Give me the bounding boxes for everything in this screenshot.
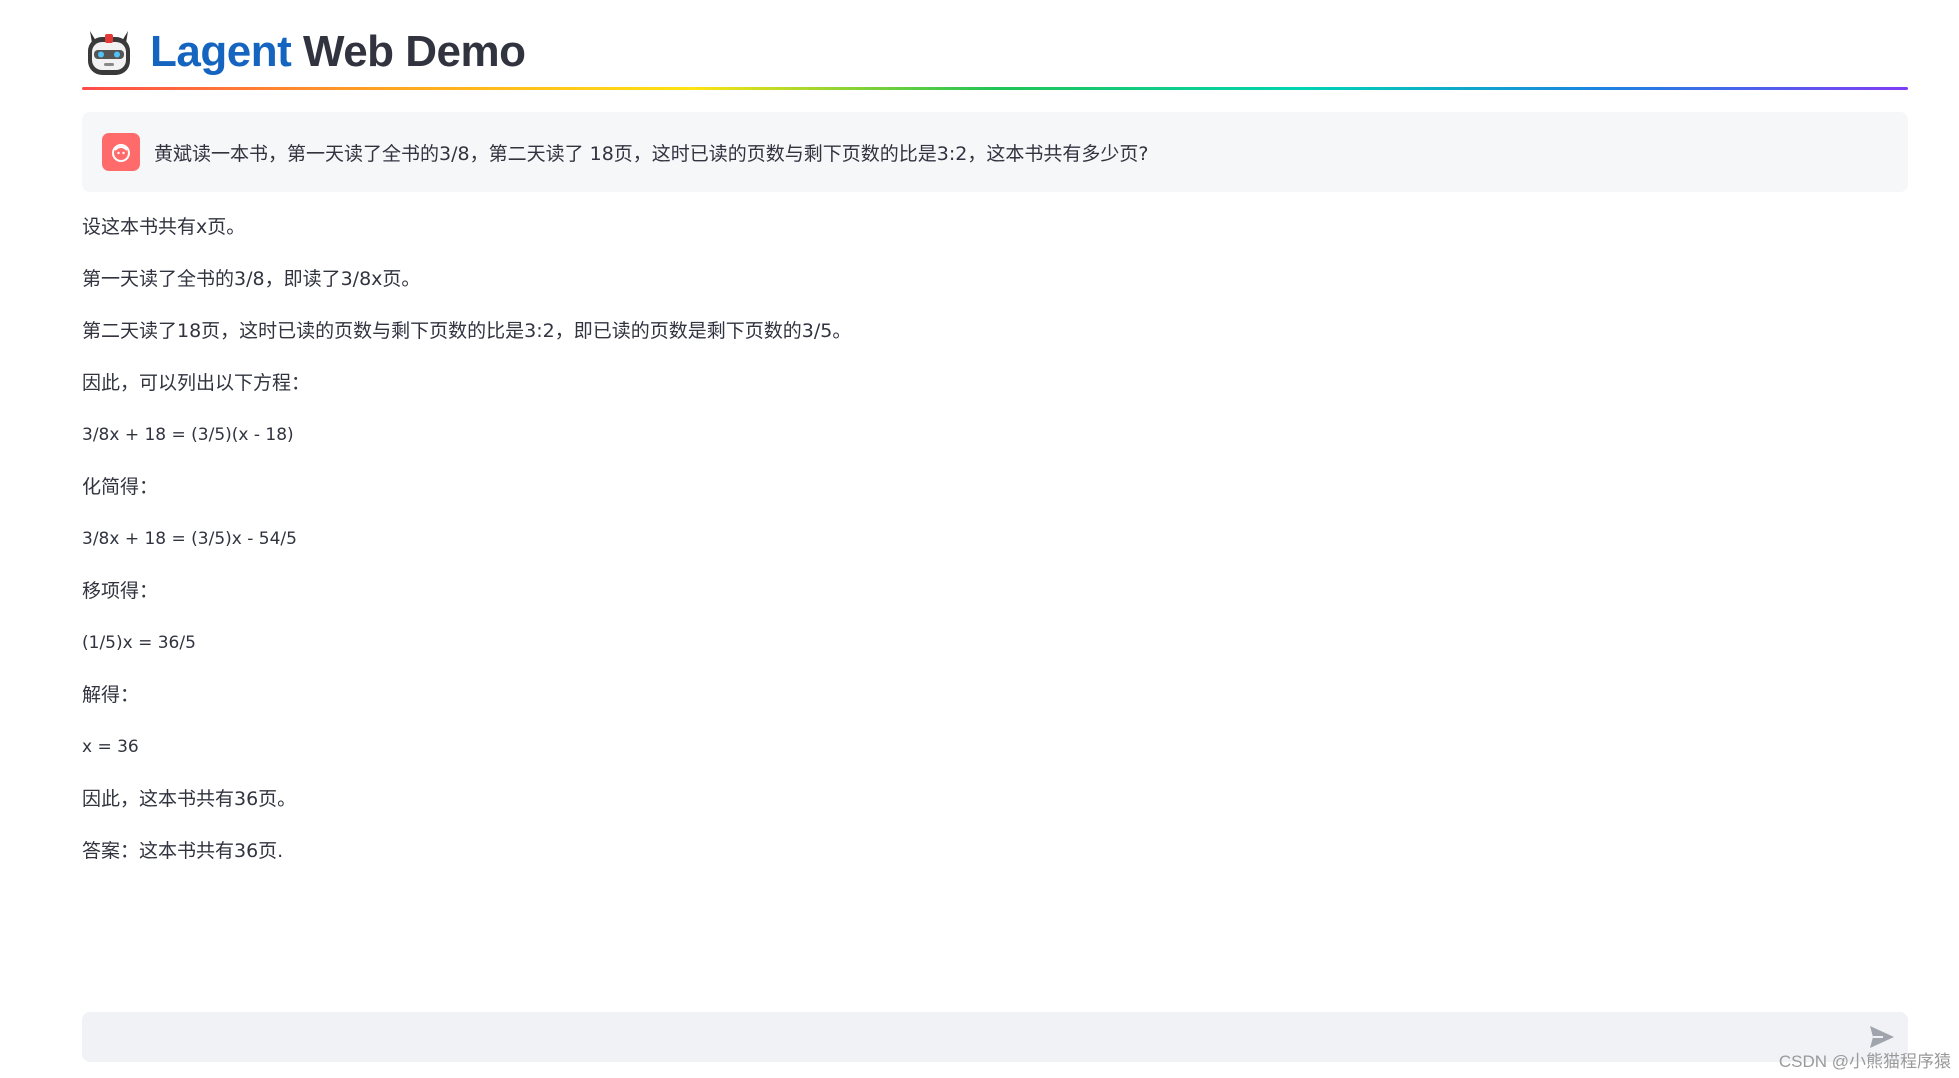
page-title: Lagent Web Demo [150, 30, 526, 74]
equation-line: x = 36 [82, 737, 139, 757]
user-message-text: 黄斌读一本书，第一天读了全书的3/8，第二天读了 18页，这时已读的页数与剩下页… [154, 142, 1149, 165]
answer-line: 第一天读了全书的3/8，即读了3/8x页。 [82, 268, 421, 290]
app-header: Lagent Web Demo [82, 20, 1908, 92]
equation-line: (1/5)x = 36/5 [82, 633, 196, 653]
answer-line: 因此，可以列出以下方程： [82, 372, 311, 394]
equation-line: 3/8x + 18 = (3/5)(x - 18) [82, 425, 294, 445]
answer-line: 第二天读了18页，这时已读的页数与剩下页数的比是3:2，即已读的页数是剩下页数的… [82, 320, 852, 342]
header-divider [82, 87, 1908, 90]
user-message: 黄斌读一本书，第一天读了全书的3/8，第二天读了 18页，这时已读的页数与剩下页… [82, 112, 1908, 192]
title-row: Lagent Web Demo [82, 20, 1908, 84]
user-avatar-icon [102, 133, 140, 171]
answer-line: 设这本书共有x页。 [82, 216, 246, 238]
answer-line: 化简得： [82, 476, 159, 498]
chat-input[interactable] [82, 1012, 1908, 1062]
answer-line: 移项得： [82, 580, 159, 602]
assistant-message: 设这本书共有x页。 第一天读了全书的3/8，即读了3/8x页。 第二天读了18页… [82, 212, 1482, 888]
answer-line: 因此，这本书共有36页。 [82, 788, 297, 810]
robot-icon [88, 31, 130, 75]
title-brand: Lagent [150, 27, 292, 76]
title-rest: Web Demo [302, 27, 526, 76]
answer-line: 答案：这本书共有36页. [82, 840, 284, 862]
watermark: CSDN @小熊猫程序猿 [1778, 1052, 1951, 1071]
answer-line: 解得： [82, 684, 140, 706]
equation-line: 3/8x + 18 = (3/5)x - 54/5 [82, 529, 297, 549]
